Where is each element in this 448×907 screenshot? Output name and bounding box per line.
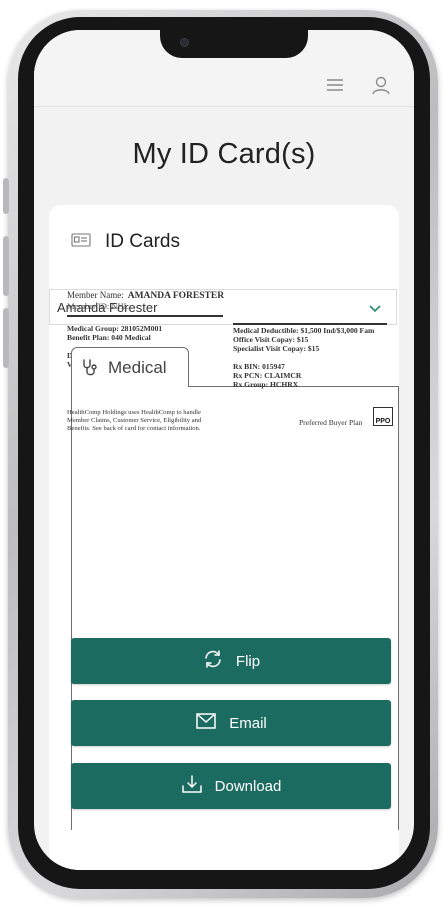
front-camera: [180, 38, 189, 47]
flip-label: Flip: [235, 652, 261, 670]
email-label: Email: [229, 714, 267, 732]
app-screen: My ID Card(s) ID Cards Amanda Forester M…: [34, 30, 414, 870]
email-button[interactable]: Email: [71, 700, 391, 746]
card-line: Rx Group: HCHRX: [233, 380, 299, 389]
card-right-column: Medical Deductible: $1,500 Ind/$3,000 Fa…: [233, 326, 393, 389]
stethoscope-icon: [82, 358, 100, 378]
download-button[interactable]: Download: [71, 763, 391, 809]
network-badge: PPO: [373, 407, 393, 426]
flip-button[interactable]: Flip: [71, 638, 391, 684]
card-footnote: HealthComp Holdings uses HealthComp to h…: [67, 409, 202, 432]
page-title: My ID Card(s): [132, 138, 316, 170]
download-label: Download: [214, 777, 282, 795]
envelope-icon: [195, 712, 217, 735]
tab-medical[interactable]: Medical: [71, 347, 189, 387]
tab-label: Medical: [108, 357, 167, 377]
plan-label: Preferred Buyer Plan: [299, 418, 363, 427]
card-line: Specialist Visit Copay: $15: [233, 344, 320, 353]
phone-side-button: [3, 236, 9, 296]
section-title: ID Cards: [105, 231, 180, 252]
user-account-icon[interactable]: [370, 74, 392, 96]
divider: [67, 315, 223, 317]
member-name-label: Member Name:: [67, 290, 124, 300]
card-line: Rx BIN: 015947: [233, 362, 285, 371]
card-line: Benefit Plan: 040 Medical: [67, 333, 151, 342]
card-line: Office Visit Copay: $15: [233, 335, 309, 344]
card-line: Medical Group: 281052M001: [67, 324, 163, 333]
card-line: Rx PCN: CLAIMCR: [233, 371, 302, 380]
member-id: Member ID: NHL: [67, 301, 129, 311]
refresh-icon: [202, 649, 224, 674]
phone-side-button: [3, 308, 9, 368]
member-name-value: AMANDA FORESTER: [127, 291, 225, 301]
section-header: ID Cards: [71, 230, 180, 254]
member-name-row: Member Name: AMANDA FORESTER: [67, 290, 224, 301]
divider: [233, 323, 387, 325]
download-icon: [181, 774, 203, 799]
id-card-icon: [71, 232, 91, 252]
hamburger-menu-icon[interactable]: [324, 74, 346, 96]
phone-side-button: [3, 178, 9, 214]
card-line: Medical Deductible: $1,500 Ind/$3,000 Fa…: [233, 326, 375, 335]
